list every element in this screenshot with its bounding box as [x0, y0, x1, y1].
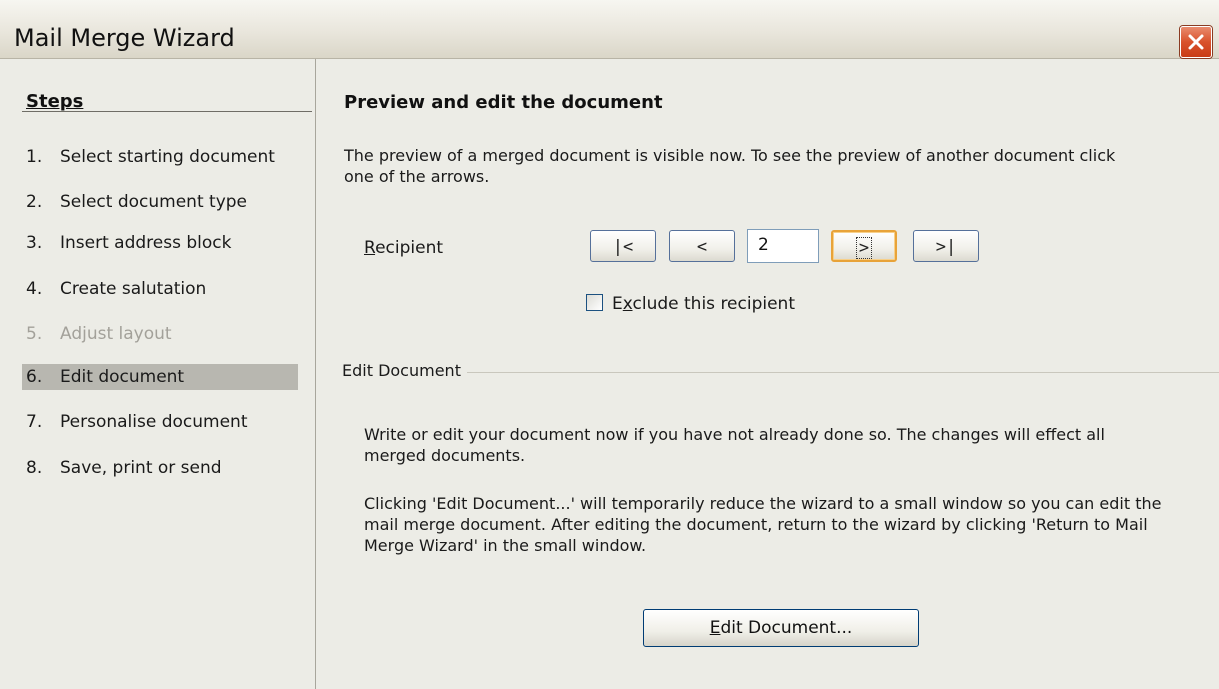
step-number: 5. — [26, 324, 43, 344]
edit-instructions-2: Clicking 'Edit Document...' will tempora… — [364, 493, 1161, 556]
step-number: 1. — [26, 147, 43, 167]
step-number: 6. — [26, 367, 43, 387]
step-number: 7. — [26, 412, 43, 432]
edit-document-button[interactable]: Edit Document... — [643, 609, 919, 647]
edit-document-group-label: Edit Document — [342, 361, 467, 380]
step-label: Select document type — [60, 192, 247, 212]
recipient-label: Recipient — [364, 238, 443, 258]
step-label: Adjust layout — [60, 324, 172, 344]
step-number: 8. — [26, 458, 43, 478]
edit-text-line: mail merge document. After editing the d… — [364, 515, 1148, 534]
edit-text-line: merged documents. — [364, 446, 526, 465]
step-select-starting-document[interactable]: 1. Select starting document — [22, 144, 298, 170]
step-label: Insert address block — [60, 233, 232, 253]
step-label: Create salutation — [60, 279, 207, 299]
step-adjust-layout: 5. Adjust layout — [22, 321, 298, 347]
close-x-icon — [1188, 34, 1204, 50]
step-label: Select starting document — [60, 147, 275, 167]
edit-text-line: Merge Wizard' in the small window. — [364, 536, 647, 555]
edit-button-label: dit Document... — [720, 618, 853, 638]
step-create-salutation[interactable]: 4. Create salutation — [22, 276, 298, 302]
step-label: Personalise document — [60, 412, 248, 432]
recipient-number-input[interactable]: 2 — [747, 229, 819, 263]
recipient-label-mnemonic: R — [364, 238, 376, 258]
preview-text-line: one of the arrows. — [344, 167, 490, 186]
preview-instructions: The preview of a merged document is visi… — [344, 145, 1115, 187]
window-title: Mail Merge Wizard — [14, 24, 235, 52]
exclude-recipient-checkbox[interactable] — [586, 294, 603, 311]
previous-recipient-button[interactable]: < — [669, 230, 735, 262]
next-recipient-label: > — [855, 237, 873, 259]
steps-pane: Steps 1. Select starting document 2. Selec… — [0, 59, 316, 689]
steps-divider — [22, 111, 312, 112]
step-insert-address-block[interactable]: 3. Insert address block — [22, 230, 298, 256]
exclude-label-mnemonic: x — [622, 294, 633, 314]
step-number: 4. — [26, 279, 43, 299]
step-label: Save, print or send — [60, 458, 222, 478]
step-label: Edit document — [60, 367, 185, 387]
step-number: 3. — [26, 233, 43, 253]
exclude-label-prefix: E — [612, 294, 623, 314]
exclude-label-text: clude this recipient — [632, 294, 795, 314]
section-title: Preview and edit the document — [344, 92, 663, 113]
recipient-label-text: ecipient — [375, 238, 444, 258]
exclude-recipient-label[interactable]: Exclude this recipient — [612, 294, 795, 314]
edit-document-group-divider — [342, 372, 1219, 373]
edit-text-line: Clicking 'Edit Document...' will tempora… — [364, 494, 1162, 513]
edit-button-mnemonic: E — [709, 618, 721, 638]
edit-text-line: Write or edit your document now if you h… — [364, 425, 1105, 444]
last-recipient-button[interactable]: >| — [913, 230, 979, 262]
first-recipient-button[interactable]: |< — [590, 230, 656, 262]
edit-instructions-1: Write or edit your document now if you h… — [364, 424, 1105, 466]
step-select-document-type[interactable]: 2. Select document type — [22, 189, 298, 215]
mail-merge-wizard-window: Mail Merge Wizard Steps 1. Select startin… — [0, 0, 1219, 689]
preview-text-line: The preview of a merged document is visi… — [344, 146, 1116, 165]
step-save-print-send[interactable]: 8. Save, print or send — [22, 455, 298, 481]
content-pane: Preview and edit the document The previe… — [316, 59, 1219, 689]
step-number: 2. — [26, 192, 43, 212]
title-bar[interactable]: Mail Merge Wizard — [0, 0, 1219, 59]
steps-heading: Steps — [26, 91, 84, 112]
next-recipient-button[interactable]: > — [831, 230, 897, 262]
step-edit-document[interactable]: 6. Edit document — [22, 364, 298, 390]
close-button[interactable] — [1180, 26, 1212, 58]
step-personalise-document[interactable]: 7. Personalise document — [22, 409, 298, 435]
